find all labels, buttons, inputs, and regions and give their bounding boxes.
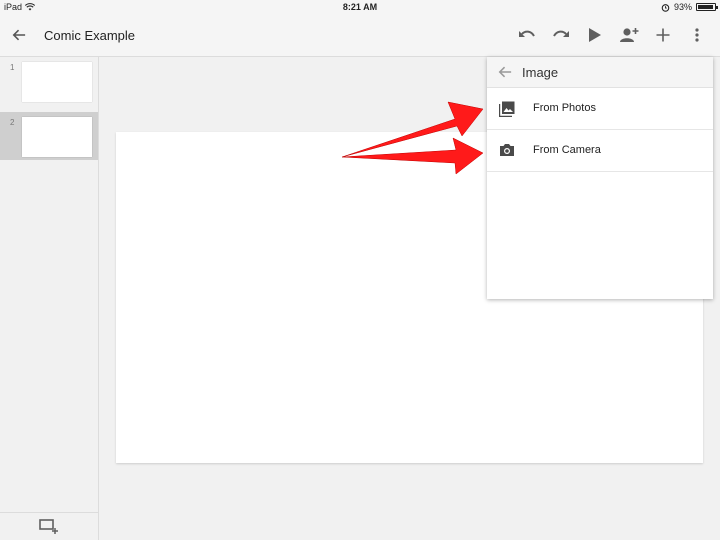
toolbar <box>510 22 714 48</box>
from-photos-option[interactable]: From Photos <box>487 88 713 130</box>
slide-number: 2 <box>10 118 15 127</box>
insert-image-menu: Image From Photos From Camera <box>487 57 713 299</box>
from-camera-option[interactable]: From Camera <box>487 130 713 172</box>
status-bar: iPad 8:21 AM 93% <box>0 0 720 14</box>
battery-icon <box>696 3 718 11</box>
redo-icon <box>553 30 569 37</box>
play-icon <box>589 28 601 42</box>
arrow-left-icon <box>498 66 512 78</box>
battery-fill <box>698 5 713 9</box>
status-time: 8:21 AM <box>342 2 378 12</box>
photo-library-icon <box>498 101 515 118</box>
add-person-icon <box>620 28 639 42</box>
app-bar: Comic Example <box>0 14 720 57</box>
slide-thumbnail-2[interactable]: 2 <box>0 112 98 160</box>
present-button[interactable] <box>578 22 612 48</box>
share-button[interactable] <box>612 22 646 48</box>
insert-button[interactable] <box>646 22 680 48</box>
battery-percent: 93% <box>673 2 692 12</box>
more-options-button[interactable] <box>680 22 714 48</box>
redo-button[interactable] <box>544 22 578 48</box>
menu-back-button[interactable] <box>498 65 512 79</box>
undo-button[interactable] <box>510 22 544 48</box>
menu-header: Image <box>487 57 713 88</box>
document-title: Comic Example <box>44 28 136 43</box>
menu-title: Image <box>522 65 559 80</box>
slide-number: 1 <box>10 63 15 72</box>
slide-thumbnail-1[interactable]: 1 <box>0 57 98 105</box>
arrow-left-icon <box>12 29 26 41</box>
alarm-icon <box>661 3 670 12</box>
slide-sidebar: 1 2 <box>0 57 99 540</box>
undo-icon <box>519 30 535 37</box>
plus-icon <box>656 28 670 42</box>
from-camera-label: From Camera <box>533 144 601 156</box>
camera-icon <box>500 144 514 156</box>
slide-preview <box>22 117 92 157</box>
from-photos-label: From Photos <box>533 102 596 114</box>
slide-preview <box>22 62 92 102</box>
new-slide-icon <box>39 518 58 534</box>
back-button[interactable] <box>8 24 30 46</box>
new-slide-button[interactable] <box>0 512 98 540</box>
more-vert-icon <box>695 28 699 42</box>
